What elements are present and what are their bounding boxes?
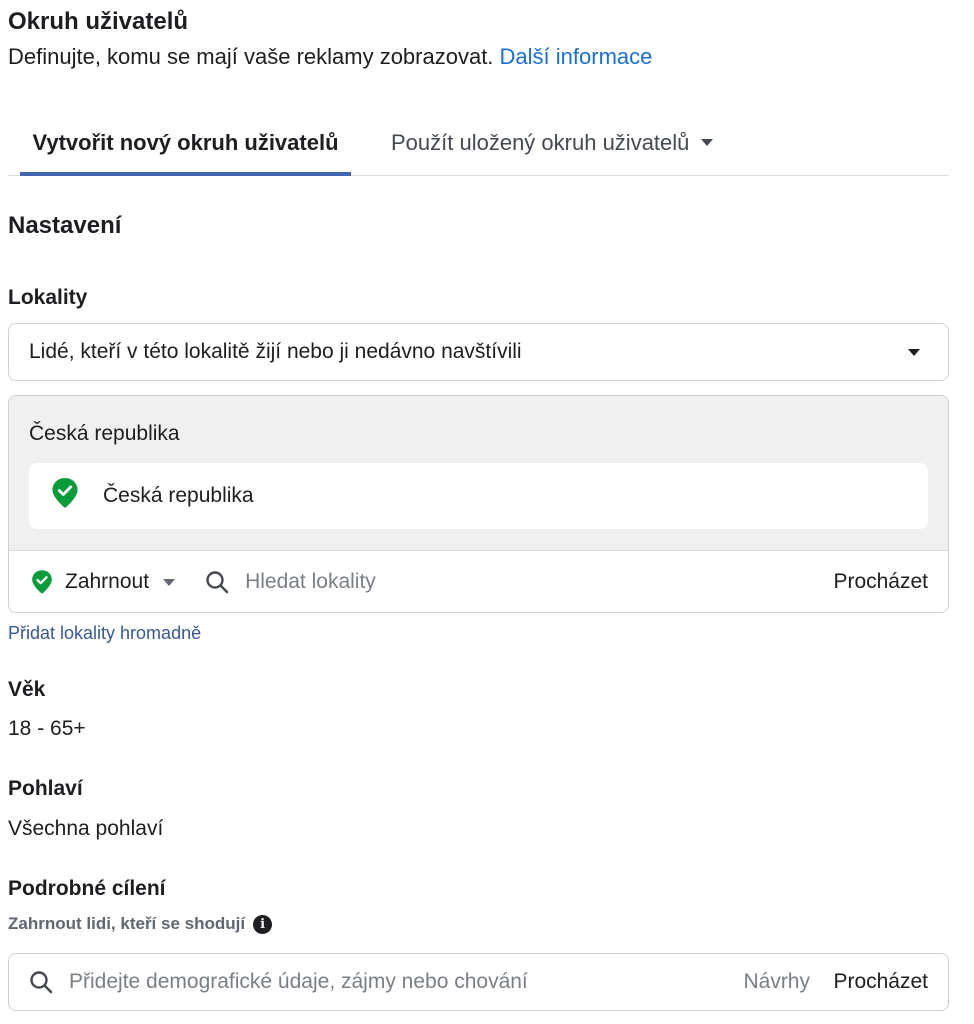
- detailed-targeting-search: Návrhy Procházet: [8, 953, 949, 1011]
- info-icon[interactable]: i: [253, 914, 273, 934]
- caret-down-icon: [163, 578, 176, 586]
- browse-locations-button[interactable]: Procházet: [833, 570, 928, 594]
- include-mode-label: Zahrnout: [65, 570, 150, 593]
- location-type-value: Lidé, kteří v této lokalitě žijí nebo ji…: [29, 340, 522, 363]
- location-pin-icon: [51, 477, 79, 515]
- locations-panel: Česká republika Česká republika Zahrnout: [8, 395, 949, 613]
- gender-label: Pohlaví: [8, 777, 83, 800]
- country-group-heading: Česká republika: [29, 422, 180, 445]
- include-matching-text: Zahrnout lidi, kteří se shodují: [8, 914, 246, 933]
- learn-more-link[interactable]: Další informace: [500, 44, 653, 69]
- gender-value[interactable]: Všechna pohlaví: [8, 817, 163, 841]
- detailed-targeting-label: Podrobné cílení: [8, 877, 166, 900]
- location-search-input[interactable]: [245, 570, 766, 594]
- page-subtitle: Definujte, komu se mají vaše reklamy zob…: [8, 44, 652, 70]
- search-icon: [205, 570, 229, 594]
- included-location-item[interactable]: Česká republika: [29, 463, 928, 529]
- search-icon: [29, 970, 53, 994]
- location-pin-icon: [31, 569, 53, 595]
- detailed-targeting-sublabel: Zahrnout lidi, kteří se shodují i: [8, 914, 273, 934]
- age-value[interactable]: 18 - 65+: [8, 717, 86, 741]
- detailed-targeting-input[interactable]: [69, 970, 669, 994]
- tab-create-new-audience[interactable]: Vytvořit nový okruh uživatelů: [20, 110, 351, 176]
- subtitle-text: Definujte, komu se mají vaše reklamy zob…: [8, 44, 494, 69]
- included-location-name: Česká republika: [103, 484, 254, 507]
- caret-down-icon: [701, 139, 714, 146]
- bulk-add-locations-link[interactable]: Přidat lokality hromadně: [8, 623, 201, 644]
- page-title: Okruh uživatelů: [8, 8, 189, 35]
- settings-title: Nastavení: [8, 212, 122, 239]
- browse-targeting-button[interactable]: Procházet: [833, 970, 928, 994]
- tab-use-saved-label: Použít uložený okruh uživatelů: [391, 129, 690, 155]
- location-search-row: Zahrnout Procházet: [9, 551, 948, 612]
- caret-down-icon: [908, 349, 920, 356]
- age-label: Věk: [8, 678, 46, 701]
- suggestions-button[interactable]: Návrhy: [743, 970, 810, 994]
- include-dropdown[interactable]: Zahrnout: [31, 569, 205, 595]
- locations-label: Lokality: [8, 286, 88, 309]
- audience-tabs: Vytvořit nový okruh uživatelů Použít ulo…: [8, 110, 949, 176]
- selected-locations-area: Česká republika Česká republika: [9, 396, 948, 551]
- tab-use-saved-audience[interactable]: Použít uložený okruh uživatelů: [391, 110, 714, 175]
- location-type-select[interactable]: Lidé, kteří v této lokalitě žijí nebo ji…: [8, 323, 949, 381]
